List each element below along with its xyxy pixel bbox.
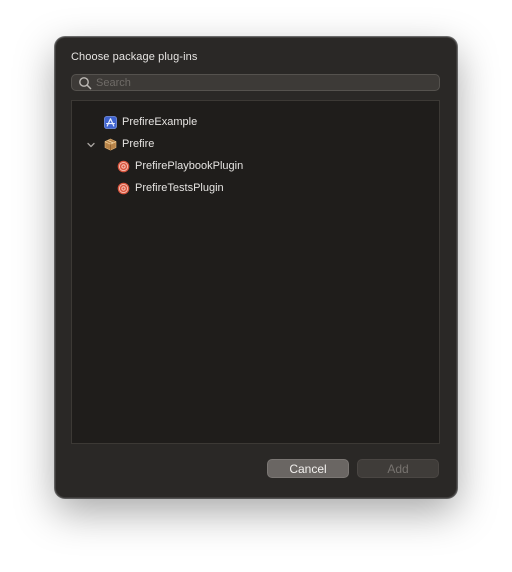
search-icon <box>79 77 92 90</box>
plugin-target-icon <box>117 182 130 194</box>
tree-item-prefire-tests-plugin[interactable]: PrefireTestsPlugin <box>117 178 224 198</box>
screen: Choose package plug-ins PrefireExample <box>0 0 512 572</box>
tree-item-prefire[interactable]: Prefire <box>104 134 154 154</box>
app-target-icon <box>104 115 117 129</box>
tree-item-label: PrefireTestsPlugin <box>135 182 224 194</box>
plugin-target-icon <box>117 160 130 172</box>
search-input[interactable] <box>96 75 426 90</box>
choose-plugins-dialog: Choose package plug-ins PrefireExample <box>55 37 457 498</box>
tree-item-prefire-playbook-plugin[interactable]: PrefirePlaybookPlugin <box>117 156 243 176</box>
chevron-down-icon[interactable] <box>86 140 96 150</box>
dialog-title: Choose package plug-ins <box>71 51 198 63</box>
tree-item-label: PrefireExample <box>122 116 198 128</box>
add-button[interactable]: Add <box>357 459 439 478</box>
tree-item-prefire-example[interactable]: PrefireExample <box>104 112 197 132</box>
tree-item-label: Prefire <box>122 138 155 150</box>
tree-item-label: PrefirePlaybookPlugin <box>135 160 244 172</box>
search-field[interactable] <box>71 74 440 91</box>
cancel-button[interactable]: Cancel <box>267 459 349 478</box>
plugin-tree: PrefireExample Prefire PrefirePlaybookPl… <box>71 100 440 444</box>
package-icon <box>104 138 117 151</box>
